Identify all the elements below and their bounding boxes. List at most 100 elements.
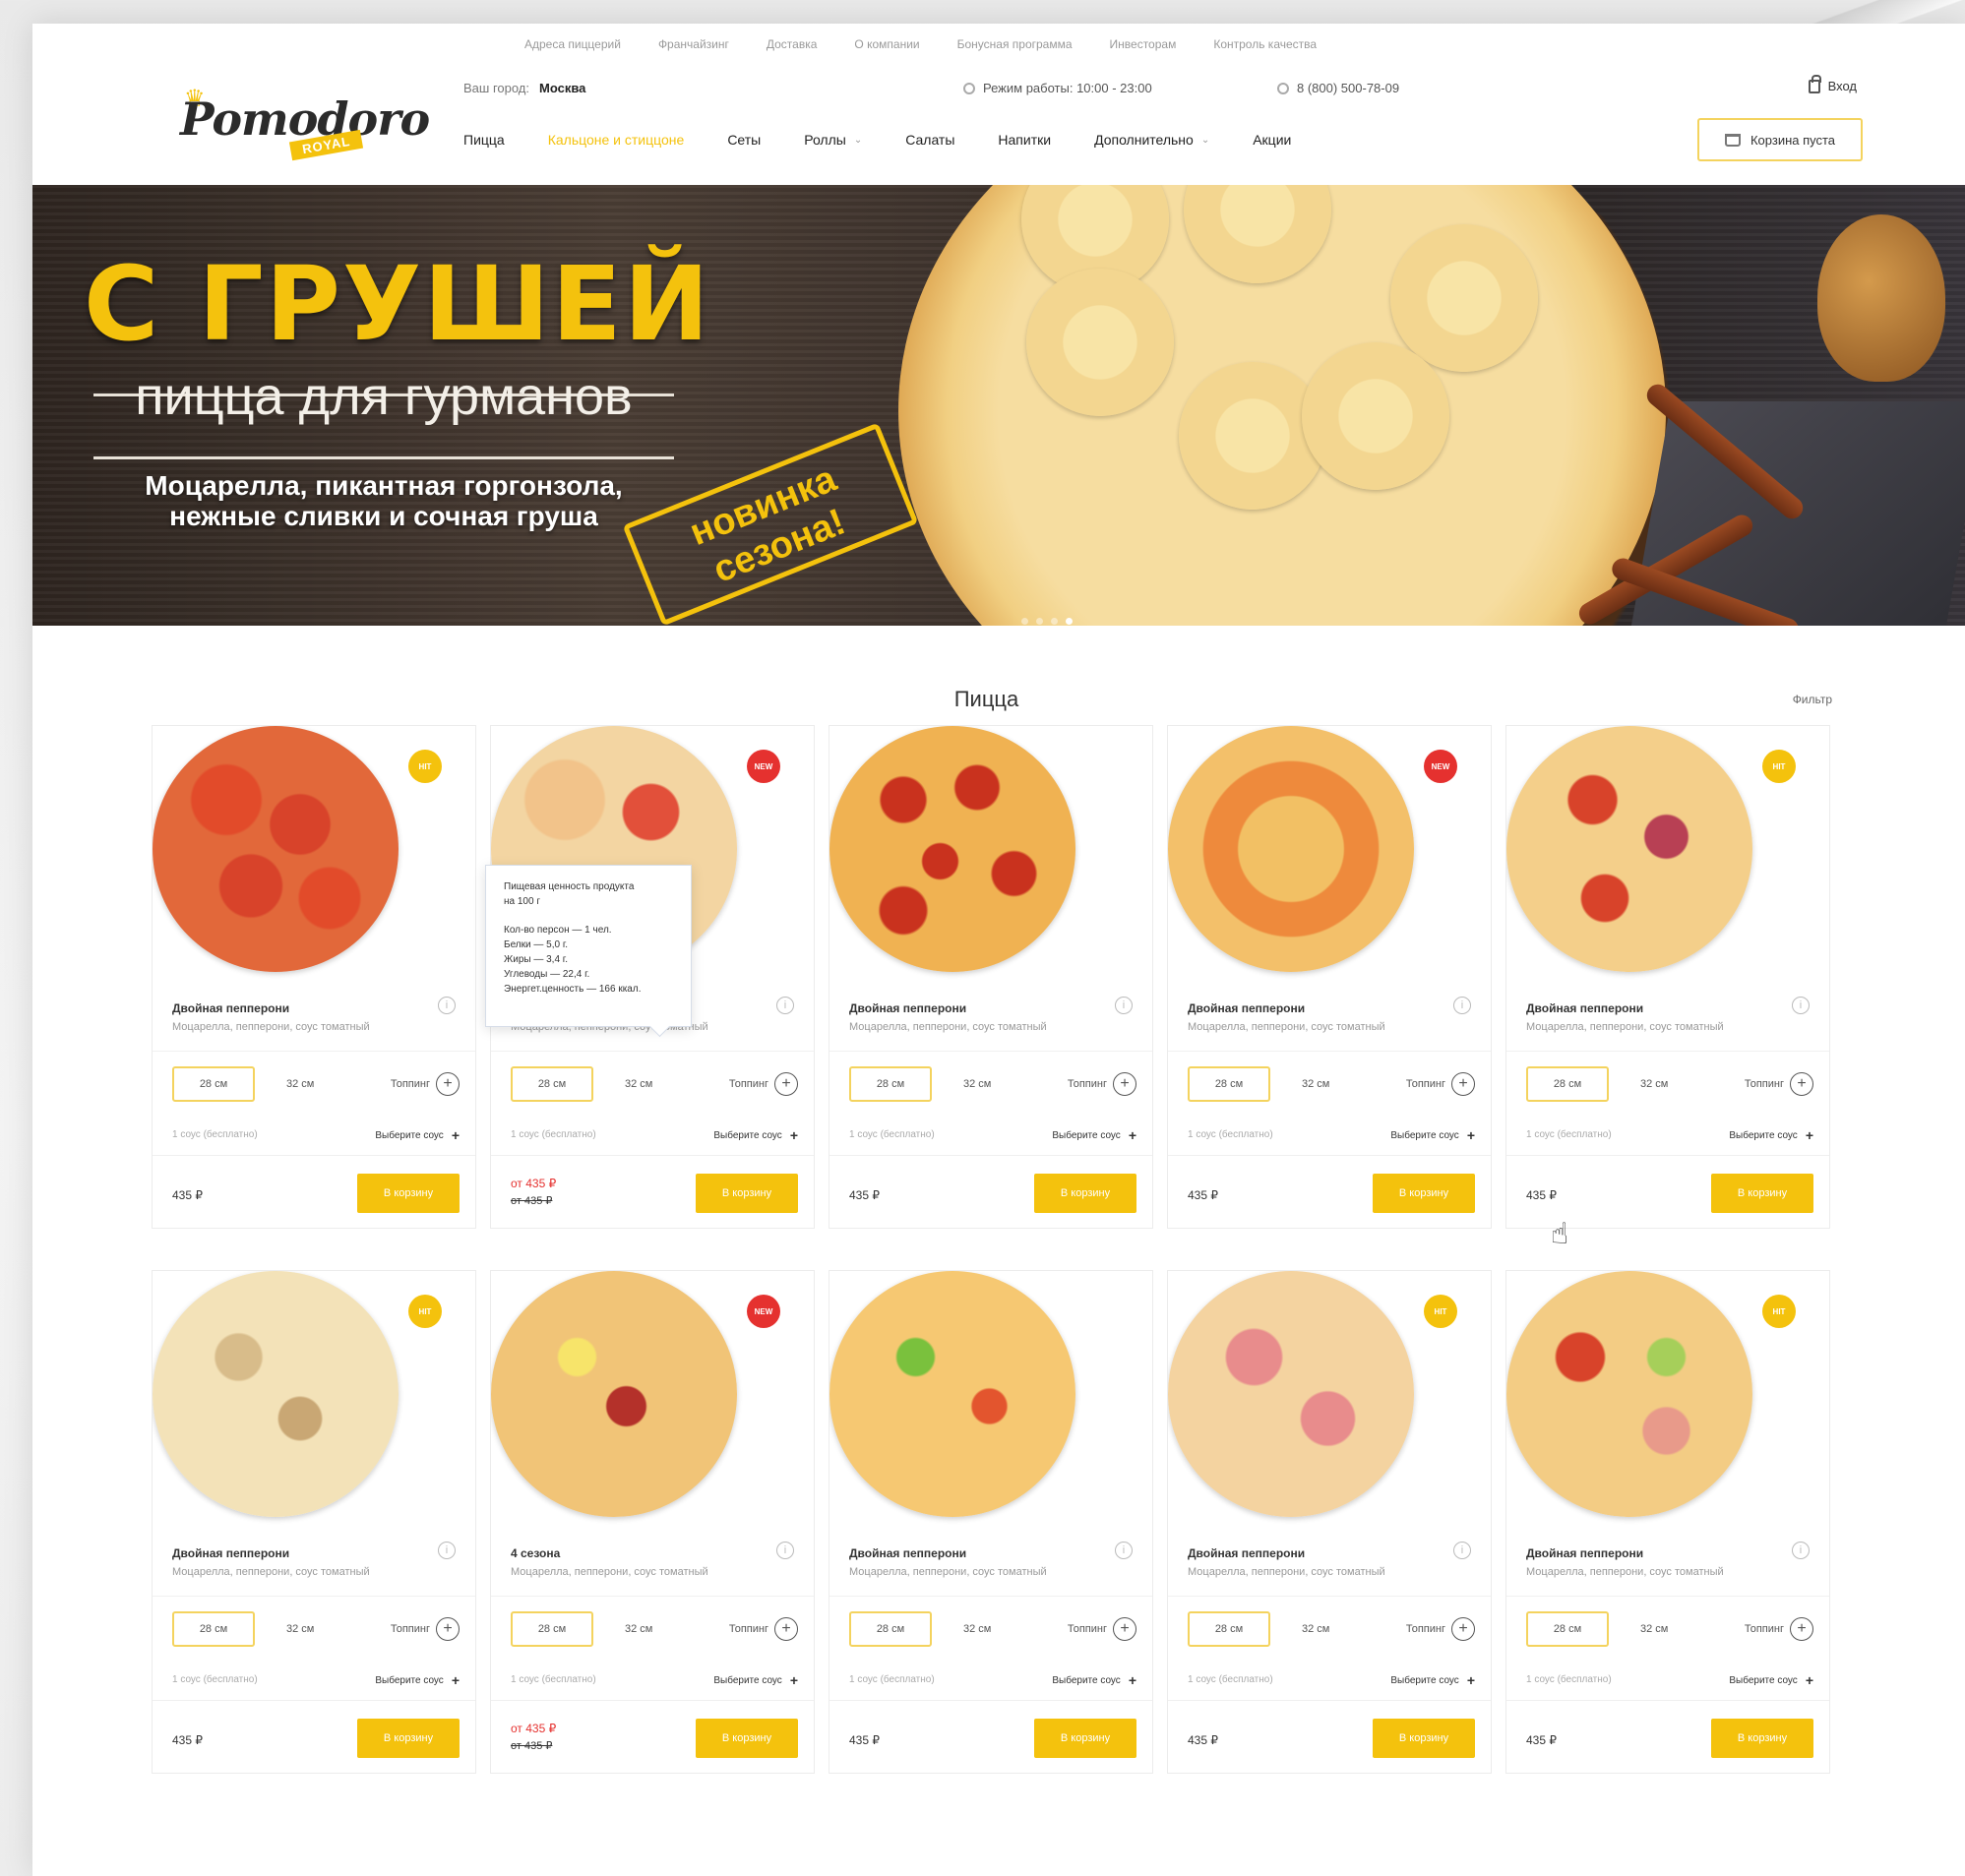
topping-button[interactable]: Топпинг + [729, 1617, 798, 1641]
info-icon[interactable]: i [1453, 1542, 1471, 1559]
size-option-28[interactable]: 28 см [1188, 1066, 1270, 1102]
pizza-image[interactable]: NEW [1168, 726, 1493, 982]
info-icon[interactable]: i [438, 1542, 456, 1559]
size-option-28[interactable]: 28 см [1188, 1611, 1270, 1647]
info-icon[interactable]: i [1115, 997, 1133, 1014]
add-to-cart-button[interactable]: В корзину [696, 1719, 798, 1758]
info-icon[interactable]: i [1115, 1542, 1133, 1559]
info-icon[interactable]: i [776, 997, 794, 1014]
topping-button[interactable]: Топпинг + [391, 1617, 460, 1641]
filter-link[interactable]: Фильтр [1793, 693, 1832, 706]
sauce-select[interactable]: Выберите соус + [1052, 1672, 1136, 1688]
add-to-cart-button[interactable]: В корзину [1711, 1174, 1813, 1213]
size-option-28[interactable]: 28 см [1526, 1611, 1609, 1647]
size-option-32[interactable]: 32 см [1640, 1623, 1668, 1635]
size-option-32[interactable]: 32 см [286, 1078, 314, 1090]
top-link-about[interactable]: О компании [854, 37, 919, 57]
nav-item-drinks[interactable]: Напитки [998, 132, 1051, 148]
size-option-32[interactable]: 32 см [1302, 1078, 1329, 1090]
nav-item-salads[interactable]: Салаты [905, 132, 954, 148]
product-card[interactable]: NEW 4 сезона i Моцарелла, пепперони, соу… [490, 1270, 815, 1774]
sauce-select[interactable]: Выберите соус + [1390, 1672, 1475, 1688]
product-card[interactable]: Двойная пепперони i Моцарелла, пепперони… [829, 725, 1153, 1229]
product-card[interactable]: HIT Двойная пепперони i Моцарелла, пеппе… [152, 725, 476, 1229]
pizza-image[interactable]: HIT [153, 726, 477, 982]
sauce-select[interactable]: Выберите соус + [1390, 1127, 1475, 1143]
top-link-addresses[interactable]: Адреса пиццерий [524, 37, 621, 57]
size-option-28[interactable]: 28 см [172, 1611, 255, 1647]
nav-item-rolls[interactable]: Роллы ⌄ [804, 132, 862, 148]
info-icon[interactable]: i [1792, 997, 1810, 1014]
add-to-cart-button[interactable]: В корзину [1034, 1174, 1136, 1213]
product-card[interactable]: HIT Двойная пепперони i Моцарелла, пеппе… [1505, 1270, 1830, 1774]
topping-button[interactable]: Топпинг + [391, 1072, 460, 1096]
sauce-select[interactable]: Выберите соус + [375, 1127, 460, 1143]
size-option-32[interactable]: 32 см [625, 1623, 652, 1635]
info-icon[interactable]: i [776, 1542, 794, 1559]
logo[interactable]: ♛ Pomodoro ROYAL [180, 71, 430, 161]
city-selector[interactable]: Ваш город: Москва [463, 81, 585, 95]
add-to-cart-button[interactable]: В корзину [1034, 1719, 1136, 1758]
sauce-select[interactable]: Выберите соус + [713, 1127, 798, 1143]
product-card[interactable]: HIT Двойная пепперони i Моцарелла, пеппе… [1505, 725, 1830, 1229]
size-option-32[interactable]: 32 см [963, 1078, 991, 1090]
sauce-select[interactable]: Выберите соус + [1729, 1127, 1813, 1143]
topping-button[interactable]: Топпинг + [1745, 1617, 1813, 1641]
add-to-cart-button[interactable]: В корзину [357, 1719, 460, 1758]
size-option-32[interactable]: 32 см [1640, 1078, 1668, 1090]
slider-dot[interactable] [1051, 618, 1058, 625]
cart-button[interactable]: Корзина пуста [1697, 118, 1863, 161]
sauce-select[interactable]: Выберите соус + [713, 1672, 798, 1688]
phone-number[interactable]: 8 (800) 500-78-09 [1277, 81, 1399, 95]
topping-button[interactable]: Топпинг + [1068, 1617, 1136, 1641]
top-link-bonus[interactable]: Бонусная программа [957, 37, 1073, 57]
pizza-image[interactable]: HIT [1506, 1271, 1831, 1527]
top-link-investors[interactable]: Инвесторам [1110, 37, 1177, 57]
city-value[interactable]: Москва [539, 81, 585, 95]
nav-item-calzone[interactable]: Кальцоне и стиццоне [548, 132, 685, 148]
pizza-image[interactable]: HIT [1506, 726, 1831, 982]
pizza-image[interactable]: NEW [491, 1271, 816, 1527]
pizza-image[interactable]: HIT [1168, 1271, 1493, 1527]
topping-button[interactable]: Топпинг + [729, 1072, 798, 1096]
pizza-image[interactable] [829, 1271, 1154, 1527]
size-option-28[interactable]: 28 см [849, 1066, 932, 1102]
add-to-cart-button[interactable]: В корзину [1373, 1174, 1475, 1213]
slider-dot[interactable] [1021, 618, 1028, 625]
login-link[interactable]: Вход [1808, 74, 1857, 93]
size-option-28[interactable]: 28 см [511, 1066, 593, 1102]
size-option-28[interactable]: 28 см [172, 1066, 255, 1102]
nav-item-pizza[interactable]: Пицца [463, 132, 505, 148]
sauce-select[interactable]: Выберите соус + [1729, 1672, 1813, 1688]
product-card[interactable]: NEW Двойная пепперони i Моцарелла, пеппе… [1167, 725, 1492, 1229]
size-option-32[interactable]: 32 см [1302, 1623, 1329, 1635]
size-option-28[interactable]: 28 см [849, 1611, 932, 1647]
topping-button[interactable]: Топпинг + [1406, 1617, 1475, 1641]
size-option-32[interactable]: 32 см [625, 1078, 652, 1090]
product-card[interactable]: Двойная пепперони i Моцарелла, пепперони… [829, 1270, 1153, 1774]
product-card[interactable]: HIT Двойная пепперони i Моцарелла, пеппе… [152, 1270, 476, 1774]
size-option-32[interactable]: 32 см [963, 1623, 991, 1635]
top-link-quality[interactable]: Контроль качества [1213, 37, 1317, 57]
pizza-image[interactable] [829, 726, 1154, 982]
sauce-select[interactable]: Выберите соус + [1052, 1127, 1136, 1143]
size-option-28[interactable]: 28 см [511, 1611, 593, 1647]
size-option-32[interactable]: 32 см [286, 1623, 314, 1635]
topping-button[interactable]: Топпинг + [1745, 1072, 1813, 1096]
pizza-image[interactable]: HIT [153, 1271, 477, 1527]
slider-dot[interactable] [1036, 618, 1043, 625]
nav-item-sets[interactable]: Сеты [727, 132, 761, 148]
size-option-28[interactable]: 28 см [1526, 1066, 1609, 1102]
add-to-cart-button[interactable]: В корзину [357, 1174, 460, 1213]
top-link-franchise[interactable]: Франчайзинг [658, 37, 729, 57]
top-link-delivery[interactable]: Доставка [767, 37, 818, 57]
product-card[interactable]: HIT Двойная пепперони i Моцарелла, пеппе… [1167, 1270, 1492, 1774]
topping-button[interactable]: Топпинг + [1068, 1072, 1136, 1096]
add-to-cart-button[interactable]: В корзину [1711, 1719, 1813, 1758]
topping-button[interactable]: Топпинг + [1406, 1072, 1475, 1096]
add-to-cart-button[interactable]: В корзину [1373, 1719, 1475, 1758]
hero-banner[interactable]: С ГРУШЕЙ пицца для гурманов Моцарелла, п… [32, 185, 1965, 626]
info-icon[interactable]: i [438, 997, 456, 1014]
sauce-select[interactable]: Выберите соус + [375, 1672, 460, 1688]
slider-dot-active[interactable] [1066, 618, 1073, 625]
